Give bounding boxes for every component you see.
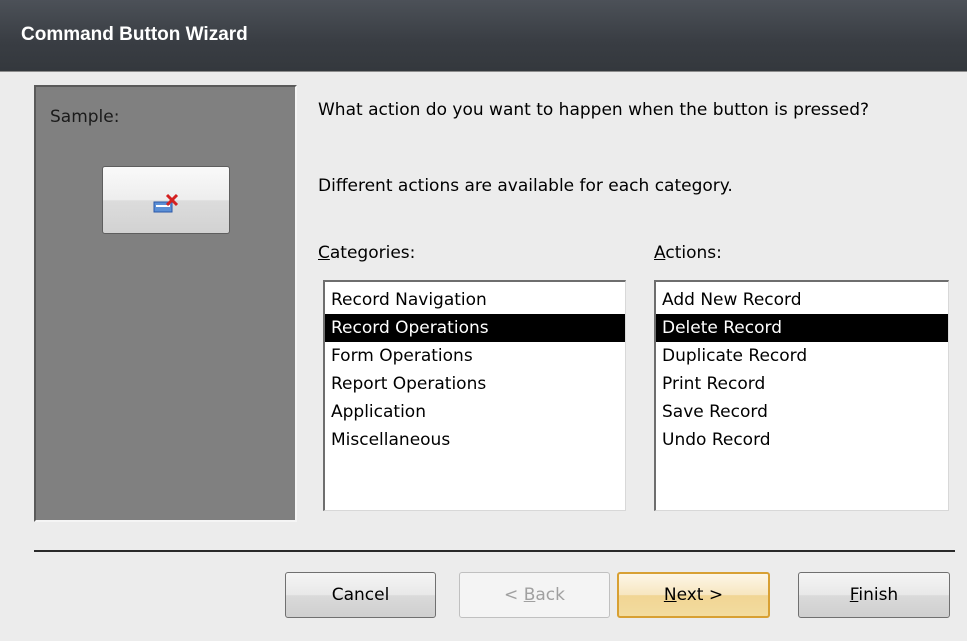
cancel-button[interactable]: Cancel (285, 572, 436, 618)
list-item-selected[interactable]: Delete Record (656, 314, 948, 342)
categories-listbox[interactable]: Record Navigation Record Operations Form… (323, 280, 626, 511)
list-item[interactable]: Duplicate Record (656, 342, 948, 370)
list-item[interactable]: Report Operations (325, 370, 625, 398)
next-button[interactable]: Next > (617, 572, 770, 618)
list-item[interactable]: Add New Record (656, 286, 948, 314)
categories-label: Categories: (318, 243, 416, 263)
command-button-wizard-window: Command Button Wizard Sample: What actio… (0, 0, 967, 641)
footer-separator (34, 550, 955, 552)
sample-panel: Sample: (34, 85, 297, 522)
list-item[interactable]: Application (325, 398, 625, 426)
list-item[interactable]: Save Record (656, 398, 948, 426)
back-button[interactable]: < Back (459, 572, 610, 618)
action-question: What action do you want to happen when t… (318, 100, 870, 120)
finish-button[interactable]: Finish (798, 572, 950, 618)
delete-record-icon (153, 193, 179, 213)
list-item[interactable]: Print Record (656, 370, 948, 398)
sample-button-preview (102, 166, 230, 234)
actions-listbox[interactable]: Add New Record Delete Record Duplicate R… (654, 280, 949, 511)
list-item[interactable]: Undo Record (656, 426, 948, 454)
list-item[interactable]: Form Operations (325, 342, 625, 370)
list-item[interactable]: Miscellaneous (325, 426, 625, 454)
window-title: Command Button Wizard (21, 24, 248, 45)
category-hint: Different actions are available for each… (318, 176, 733, 196)
list-item-selected[interactable]: Record Operations (325, 314, 625, 342)
title-bar[interactable]: Command Button Wizard (0, 0, 967, 71)
actions-label: Actions: (654, 243, 722, 263)
list-item[interactable]: Record Navigation (325, 286, 625, 314)
sample-label: Sample: (50, 107, 120, 127)
title-bar-divider (0, 71, 967, 72)
